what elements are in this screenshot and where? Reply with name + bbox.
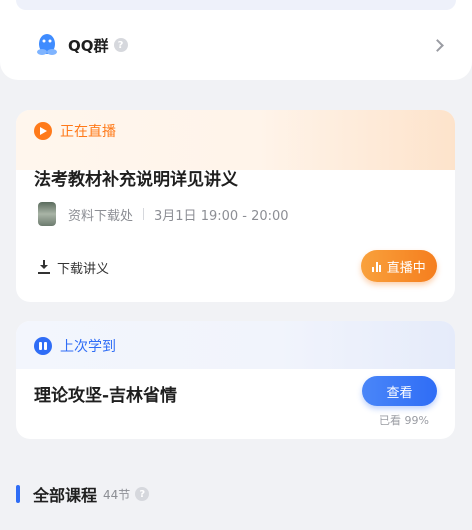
live-class-card[interactable]: 正在直播 法考教材补充说明详见讲义 资料下载处 3月1日 19:00 - 20:… xyxy=(16,110,455,302)
audio-bars-icon xyxy=(372,261,383,272)
live-button-label: 直播中 xyxy=(386,260,426,276)
teacher-avatar xyxy=(38,202,56,226)
live-status-text: 正在直播 xyxy=(60,124,116,140)
qq-group-row[interactable]: QQ群 ? xyxy=(34,30,444,60)
chevron-right-icon xyxy=(431,38,444,52)
qq-group-card: QQ群 ? xyxy=(0,0,472,80)
all-courses-header: 全部课程 44节 ? xyxy=(16,482,150,506)
live-class-meta: 资料下载处 3月1日 19:00 - 20:00 xyxy=(38,202,289,226)
view-button[interactable]: 查看 xyxy=(362,376,437,406)
download-icon xyxy=(38,260,50,274)
last-learned-header: 上次学到 xyxy=(34,335,116,357)
live-class-time: 3月1日 19:00 - 20:00 xyxy=(154,208,289,224)
last-learned-card[interactable]: 上次学到 理论攻坚-吉林省情 查看 已看 99% xyxy=(16,321,455,439)
card-strip xyxy=(16,0,456,10)
pause-icon xyxy=(34,337,52,355)
live-now-button[interactable]: 直播中 xyxy=(361,250,437,282)
last-course-title: 理论攻坚-吉林省情 xyxy=(34,386,178,406)
live-class-title: 法考教材补充说明详见讲义 xyxy=(34,170,238,190)
live-status: 正在直播 xyxy=(34,120,116,142)
divider xyxy=(143,208,145,220)
section-accent-bar xyxy=(16,485,20,503)
course-count: 44节 xyxy=(103,487,131,502)
material-source: 资料下载处 xyxy=(68,208,134,224)
qq-group-label: QQ群 xyxy=(68,36,109,55)
download-handout-link[interactable]: 下载讲义 xyxy=(38,256,109,278)
qq-icon xyxy=(37,34,57,55)
last-learned-label: 上次学到 xyxy=(60,339,116,355)
help-icon[interactable]: ? xyxy=(113,38,128,52)
play-icon xyxy=(34,122,52,140)
help-icon[interactable]: ? xyxy=(135,487,150,501)
watch-progress: 已看 99% xyxy=(379,414,429,427)
all-courses-title: 全部课程 xyxy=(33,486,98,505)
download-label: 下载讲义 xyxy=(57,261,110,277)
